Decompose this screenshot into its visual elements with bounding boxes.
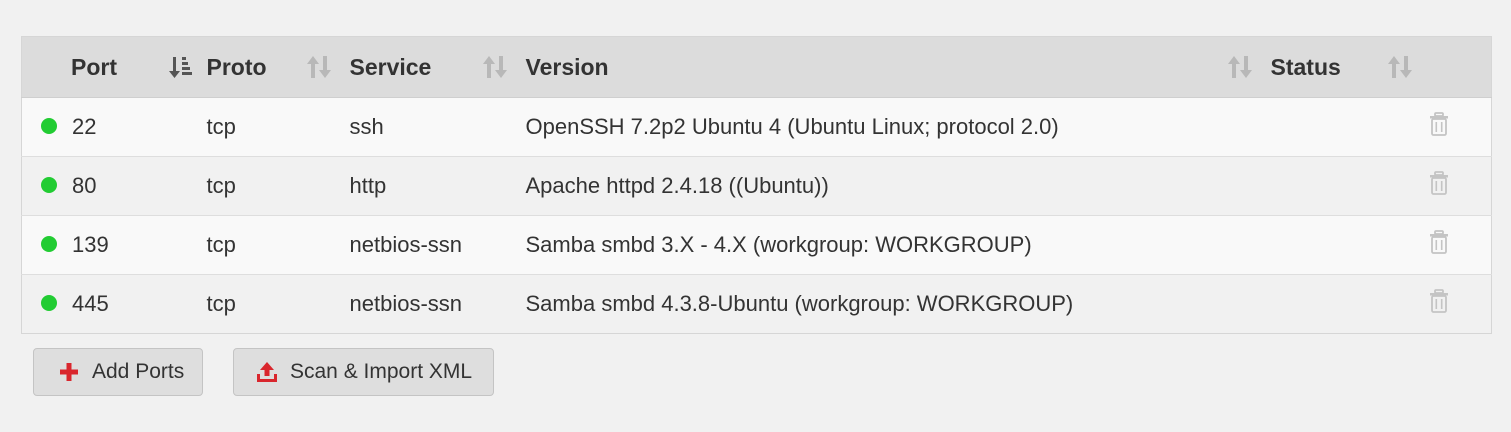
actions-cell xyxy=(1428,215,1492,275)
table-row[interactable]: 445 tcp netbios-ssn Samba smbd 4.3.8-Ubu… xyxy=(21,274,1492,334)
port-cell: 80 xyxy=(21,156,207,216)
actions-cell xyxy=(1428,274,1492,334)
table-row[interactable]: 80 tcp http Apache httpd 2.4.18 ((Ubuntu… xyxy=(21,156,1492,216)
service-cell: ssh xyxy=(349,97,526,157)
proto-cell: tcp xyxy=(206,215,350,275)
scan-import-xml-button[interactable]: Scan & Import XML xyxy=(233,348,494,396)
status-dot xyxy=(41,295,57,311)
column-header-label: Status xyxy=(1270,53,1341,80)
trash-icon[interactable] xyxy=(1429,289,1449,313)
proto-cell: tcp xyxy=(206,156,350,216)
version-cell: Apache httpd 2.4.18 ((Ubuntu)) xyxy=(525,156,1271,216)
status-cell xyxy=(1270,97,1429,157)
column-header-label: Proto xyxy=(206,53,267,80)
port-value: 80 xyxy=(72,173,97,198)
column-header-label: Service xyxy=(349,53,432,80)
actions-cell xyxy=(1428,156,1492,216)
proto-cell: tcp xyxy=(206,274,350,334)
table-row[interactable]: 139 tcp netbios-ssn Samba smbd 3.X - 4.X… xyxy=(21,215,1492,275)
trash-icon[interactable] xyxy=(1429,230,1449,254)
upload-icon xyxy=(257,362,277,382)
sort-icon[interactable] xyxy=(1227,53,1253,81)
add-ports-button[interactable]: Add Ports xyxy=(33,348,203,396)
column-header-status[interactable]: Status xyxy=(1270,36,1429,98)
ports-table-container: Port Proto Service Version Status 22 tcp… xyxy=(21,36,1492,334)
table-row[interactable]: 22 tcp ssh OpenSSH 7.2p2 Ubuntu 4 (Ubunt… xyxy=(21,97,1492,157)
trash-icon[interactable] xyxy=(1429,112,1449,136)
sort-active-icon[interactable] xyxy=(168,53,195,81)
port-cell: 139 xyxy=(21,215,207,275)
version-cell: OpenSSH 7.2p2 Ubuntu 4 (Ubuntu Linux; pr… xyxy=(525,97,1271,157)
column-header-label: Version xyxy=(525,53,609,80)
sort-icon[interactable] xyxy=(482,53,508,81)
port-value: 139 xyxy=(72,232,109,257)
column-header-actions xyxy=(1428,36,1492,98)
sort-icon[interactable] xyxy=(1387,53,1413,81)
status-cell xyxy=(1270,156,1429,216)
status-cell xyxy=(1270,274,1429,334)
actions-cell xyxy=(1428,97,1492,157)
port-value: 22 xyxy=(72,114,97,139)
status-dot xyxy=(41,118,57,134)
sort-icon[interactable] xyxy=(306,53,332,81)
trash-icon[interactable] xyxy=(1429,171,1449,195)
port-value: 445 xyxy=(72,291,109,316)
service-cell: netbios-ssn xyxy=(349,215,526,275)
scan-import-xml-label: Scan & Import XML xyxy=(290,360,473,383)
version-cell: Samba smbd 3.X - 4.X (workgroup: WORKGRO… xyxy=(525,215,1271,275)
port-cell: 22 xyxy=(21,97,207,157)
status-cell xyxy=(1270,215,1429,275)
column-header-label: Port xyxy=(71,53,117,80)
service-cell: netbios-ssn xyxy=(349,274,526,334)
table-header-row: Port Proto Service Version Status xyxy=(21,36,1492,98)
table-actions: Add Ports Scan & Import XML xyxy=(33,348,494,396)
service-cell: http xyxy=(349,156,526,216)
plus-icon xyxy=(60,363,78,381)
column-header-service[interactable]: Service xyxy=(349,36,526,98)
proto-cell: tcp xyxy=(206,97,350,157)
column-header-version[interactable]: Version xyxy=(525,36,1271,98)
status-dot xyxy=(41,236,57,252)
column-header-port[interactable]: Port xyxy=(21,36,207,98)
column-header-proto[interactable]: Proto xyxy=(206,36,350,98)
ports-table: Port Proto Service Version Status 22 tcp… xyxy=(21,36,1492,334)
port-cell: 445 xyxy=(21,274,207,334)
add-ports-label: Add Ports xyxy=(92,360,185,383)
version-cell: Samba smbd 4.3.8-Ubuntu (workgroup: WORK… xyxy=(525,274,1271,334)
status-dot xyxy=(41,177,57,193)
